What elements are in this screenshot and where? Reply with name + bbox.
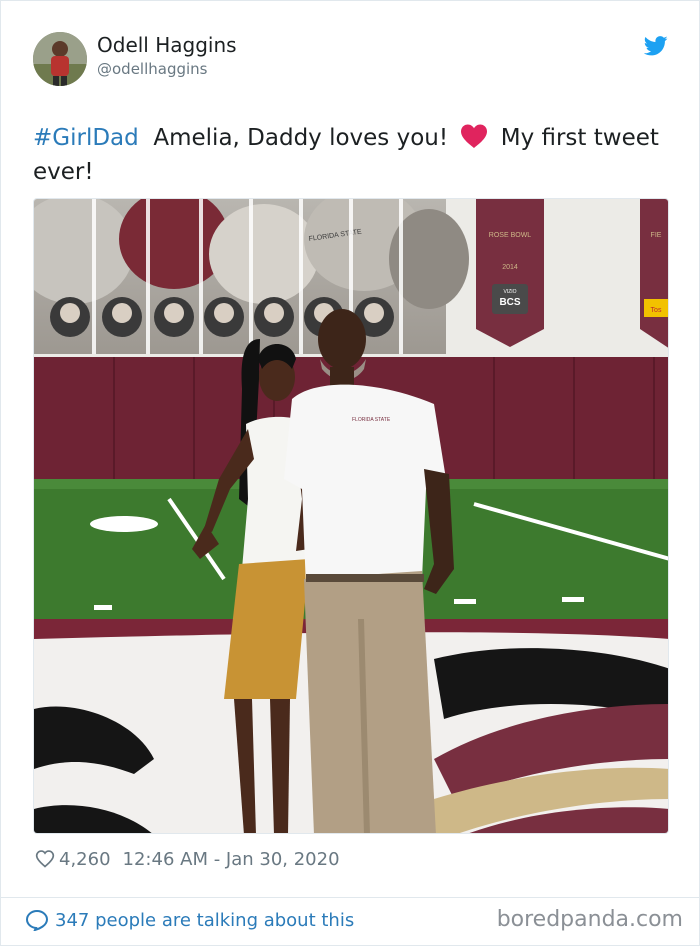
display-name[interactable]: Odell Haggins — [97, 33, 237, 57]
banner-rose-bowl: ROSE BOWL — [489, 232, 532, 239]
heart-emoji-icon — [461, 124, 488, 148]
tweet-text-part1: Amelia, Daddy loves you! — [153, 125, 449, 151]
hashtag-link[interactable]: #GirlDad — [33, 125, 139, 151]
avatar[interactable] — [33, 32, 87, 86]
tweet-meta: 4,260 12:46 AM - Jan 30, 2020 — [35, 847, 340, 871]
talking-label[interactable]: 347 people are talking about this — [55, 910, 354, 931]
divider — [1, 897, 700, 898]
banner-year: 2014 — [502, 264, 518, 271]
tweet-card: Odell Haggins @odellhaggins #GirlDad Ame… — [0, 0, 700, 946]
twitter-bird-icon[interactable] — [644, 35, 668, 57]
speech-bubble-icon — [25, 909, 49, 931]
tweet-timestamp[interactable]: 12:46 AM - Jan 30, 2020 — [123, 849, 340, 870]
user-handle[interactable]: @odellhaggins — [97, 60, 208, 78]
banner-vizio: VIZIO — [503, 289, 516, 295]
conversation-link[interactable]: 347 people are talking about this — [25, 909, 354, 931]
banner-bcs: BCS — [499, 297, 520, 308]
heart-outline-icon[interactable] — [35, 849, 55, 869]
shirt-text: FLORIDA STATE — [352, 417, 391, 423]
tweet-text: #GirlDad Amelia, Daddy loves you! My fir… — [33, 121, 663, 189]
watermark: boredpanda.com — [496, 907, 683, 932]
tweet-photo[interactable]: FLORIDA STATE ROSE BOWL 2014 VIZIO BCS F… — [33, 198, 669, 834]
banner-tostitos: Tos — [651, 307, 662, 314]
like-count[interactable]: 4,260 — [59, 849, 111, 870]
banner-fiesta: FIE — [651, 232, 662, 239]
